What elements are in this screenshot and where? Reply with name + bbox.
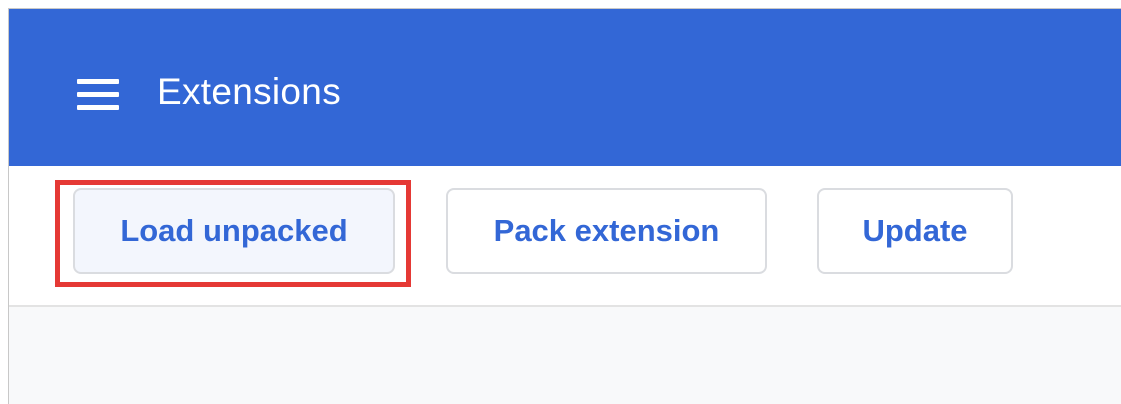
extensions-page: Extensions Load unpacked Pack extension … bbox=[8, 8, 1121, 404]
pack-extension-button[interactable]: Pack extension bbox=[446, 188, 767, 274]
app-header: Extensions bbox=[9, 9, 1121, 166]
page-title: Extensions bbox=[157, 71, 341, 112]
hamburger-menu-icon[interactable] bbox=[77, 79, 121, 111]
developer-toolbar: Load unpacked Pack extension Update bbox=[9, 166, 1121, 307]
extensions-content-area bbox=[9, 307, 1121, 404]
update-button[interactable]: Update bbox=[817, 188, 1013, 274]
load-unpacked-button[interactable]: Load unpacked bbox=[73, 188, 395, 274]
